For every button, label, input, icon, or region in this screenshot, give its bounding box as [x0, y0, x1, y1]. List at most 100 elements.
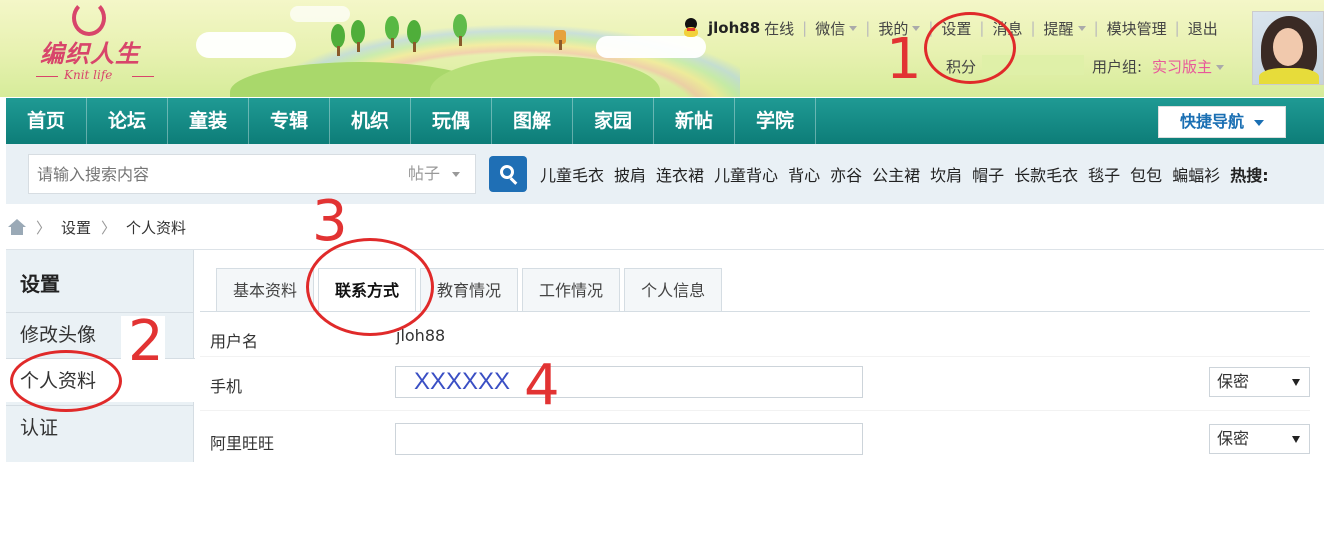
username-label: 用户名 [210, 332, 259, 351]
quick-nav-label: 快捷导航 [1179, 112, 1244, 131]
cloud-decoration [196, 32, 296, 58]
hot-search-label: 热搜: [1230, 166, 1269, 185]
divider [200, 410, 1310, 411]
usergroup-role: 实习版主 [1152, 58, 1213, 76]
site-logo[interactable]: 编织人生 Knit life [36, 0, 176, 92]
module-admin-link[interactable]: 模块管理 [1107, 18, 1167, 39]
phone-privacy-select[interactable]: 保密 [1209, 367, 1310, 397]
chevron-down-icon [1216, 65, 1225, 70]
phone-label: 手机 [210, 377, 243, 396]
nav-item-album[interactable]: 专辑 [249, 98, 330, 144]
tab-basic-info[interactable]: 基本资料 [216, 268, 315, 311]
logo-divider [36, 76, 58, 77]
nav-item-dolls[interactable]: 玩偶 [411, 98, 492, 144]
logo-text-cn: 编织人生 [40, 39, 140, 68]
hot-tag[interactable]: 亦谷 [830, 162, 862, 186]
divider [6, 249, 1324, 250]
sidebar-item-avatar[interactable]: 修改头像 [6, 312, 194, 356]
divider: | [1030, 19, 1036, 37]
annotation-circle [924, 12, 1016, 84]
hot-search-tags: 儿童毛衣 披肩 连衣裙 儿童背心 背心 亦谷 公主裙 坎肩 帽子 长款毛衣 毯子… [540, 144, 1269, 204]
search-bar: 帖子 儿童毛衣 披肩 连衣裙 儿童背心 背心 亦谷 公主裙 坎肩 帽子 长款毛衣… [6, 144, 1324, 204]
chevron-down-icon [1292, 436, 1300, 443]
sidebar-item-verification[interactable]: 认证 [6, 405, 194, 449]
tab-personal-info[interactable]: 个人信息 [624, 268, 723, 311]
logo-swirl-icon [72, 0, 106, 36]
online-status: 在线 [764, 19, 795, 38]
main-nav: 首页 论坛 童装 专辑 机织 玩偶 图解 家园 新帖 学院 快捷导航 [6, 98, 1324, 144]
wechat-link[interactable]: 微信 [815, 18, 845, 39]
nav-item-home[interactable]: 首页 [6, 98, 87, 144]
breadcrumb-separator: 〉 [101, 218, 117, 237]
page: 编织人生 Knit life jloh88 在线 | 微信 | 我的 | 设置 … [0, 0, 1324, 552]
home-icon[interactable] [8, 219, 26, 235]
chevron-down-icon [1292, 379, 1300, 386]
hot-tag[interactable]: 蝙蝠衫 [1172, 162, 1220, 186]
wangwang-input[interactable] [395, 423, 863, 455]
chevron-down-icon [1254, 119, 1264, 126]
qq-penguin-icon [682, 18, 700, 38]
hot-tag[interactable]: 连衣裙 [656, 162, 704, 186]
tab-work[interactable]: 工作情况 [522, 268, 621, 311]
annotation-circle [10, 350, 122, 412]
annotation-number: 3 [312, 189, 348, 254]
nav-item-kidswear[interactable]: 童装 [168, 98, 249, 144]
breadcrumb: 〉 设置 〉 个人资料 [8, 216, 186, 238]
search-type-select[interactable]: 帖子 [396, 154, 476, 194]
phone-input[interactable]: XXXXXX [395, 366, 863, 398]
hot-tag[interactable]: 披肩 [614, 162, 646, 186]
profile-tabs: 基本资料 联系方式 教育情况 工作情况 个人信息 [216, 268, 726, 312]
breadcrumb-profile[interactable]: 个人资料 [126, 217, 186, 238]
annotation-number: 4 [524, 353, 560, 418]
annotation-number: 1 [886, 27, 922, 92]
wangwang-label: 阿里旺旺 [210, 434, 275, 453]
wangwang-privacy-select[interactable]: 保密 [1209, 424, 1310, 454]
nav-item-academy[interactable]: 学院 [735, 98, 816, 144]
hot-tag[interactable]: 公主裙 [872, 162, 920, 186]
chevron-down-icon [452, 172, 461, 177]
usergroup-value[interactable]: 实习版主 [1152, 56, 1225, 77]
hot-tag[interactable]: 背心 [788, 162, 820, 186]
chevron-down-icon[interactable] [849, 25, 858, 31]
usergroup-label: 用户组: [1092, 58, 1143, 76]
wangwang-privacy-value: 保密 [1217, 429, 1250, 448]
nav-item-home-space[interactable]: 家园 [573, 98, 654, 144]
quick-nav-button[interactable]: 快捷导航 [1158, 106, 1286, 138]
phone-privacy-value: 保密 [1217, 372, 1250, 391]
divider: | [865, 19, 871, 37]
username-value: jloh88 [396, 326, 446, 345]
cloud-decoration [290, 6, 350, 22]
header-banner: 编织人生 Knit life jloh88 在线 | 微信 | 我的 | 设置 … [0, 0, 1324, 97]
annotation-number: 2 [128, 309, 164, 374]
nav-item-new-posts[interactable]: 新帖 [654, 98, 735, 144]
divider: | [802, 19, 808, 37]
hot-tag[interactable]: 坎肩 [930, 162, 962, 186]
logo-text-en: Knit life [64, 68, 113, 82]
hot-tag[interactable]: 长款毛衣 [1014, 162, 1078, 186]
hot-tag[interactable]: 包包 [1130, 162, 1162, 186]
cloud-decoration [596, 36, 706, 58]
nav-item-forum[interactable]: 论坛 [87, 98, 168, 144]
search-button[interactable] [489, 156, 527, 192]
sidebar-title: 设置 [20, 272, 60, 296]
nav-item-machine-knit[interactable]: 机织 [330, 98, 411, 144]
search-type-label: 帖子 [408, 164, 441, 183]
breadcrumb-settings[interactable]: 设置 [61, 217, 91, 238]
avatar[interactable] [1252, 11, 1324, 85]
hot-tag[interactable]: 儿童背心 [714, 162, 778, 186]
breadcrumb-separator: 〉 [36, 218, 52, 237]
username-link[interactable]: jloh88 [708, 19, 760, 37]
logo-divider [132, 76, 154, 77]
hot-tag[interactable]: 帽子 [972, 162, 1004, 186]
divider: | [1174, 19, 1180, 37]
tab-education[interactable]: 教育情况 [420, 268, 519, 311]
reminders-link[interactable]: 提醒 [1044, 18, 1074, 39]
divider: | [1093, 19, 1099, 37]
nav-item-diagrams[interactable]: 图解 [492, 98, 573, 144]
divider [200, 356, 1310, 357]
chevron-down-icon[interactable] [1077, 25, 1086, 31]
hot-tag[interactable]: 儿童毛衣 [540, 162, 604, 186]
search-input[interactable] [28, 154, 400, 194]
logout-link[interactable]: 退出 [1188, 18, 1218, 39]
hot-tag[interactable]: 毯子 [1088, 162, 1120, 186]
